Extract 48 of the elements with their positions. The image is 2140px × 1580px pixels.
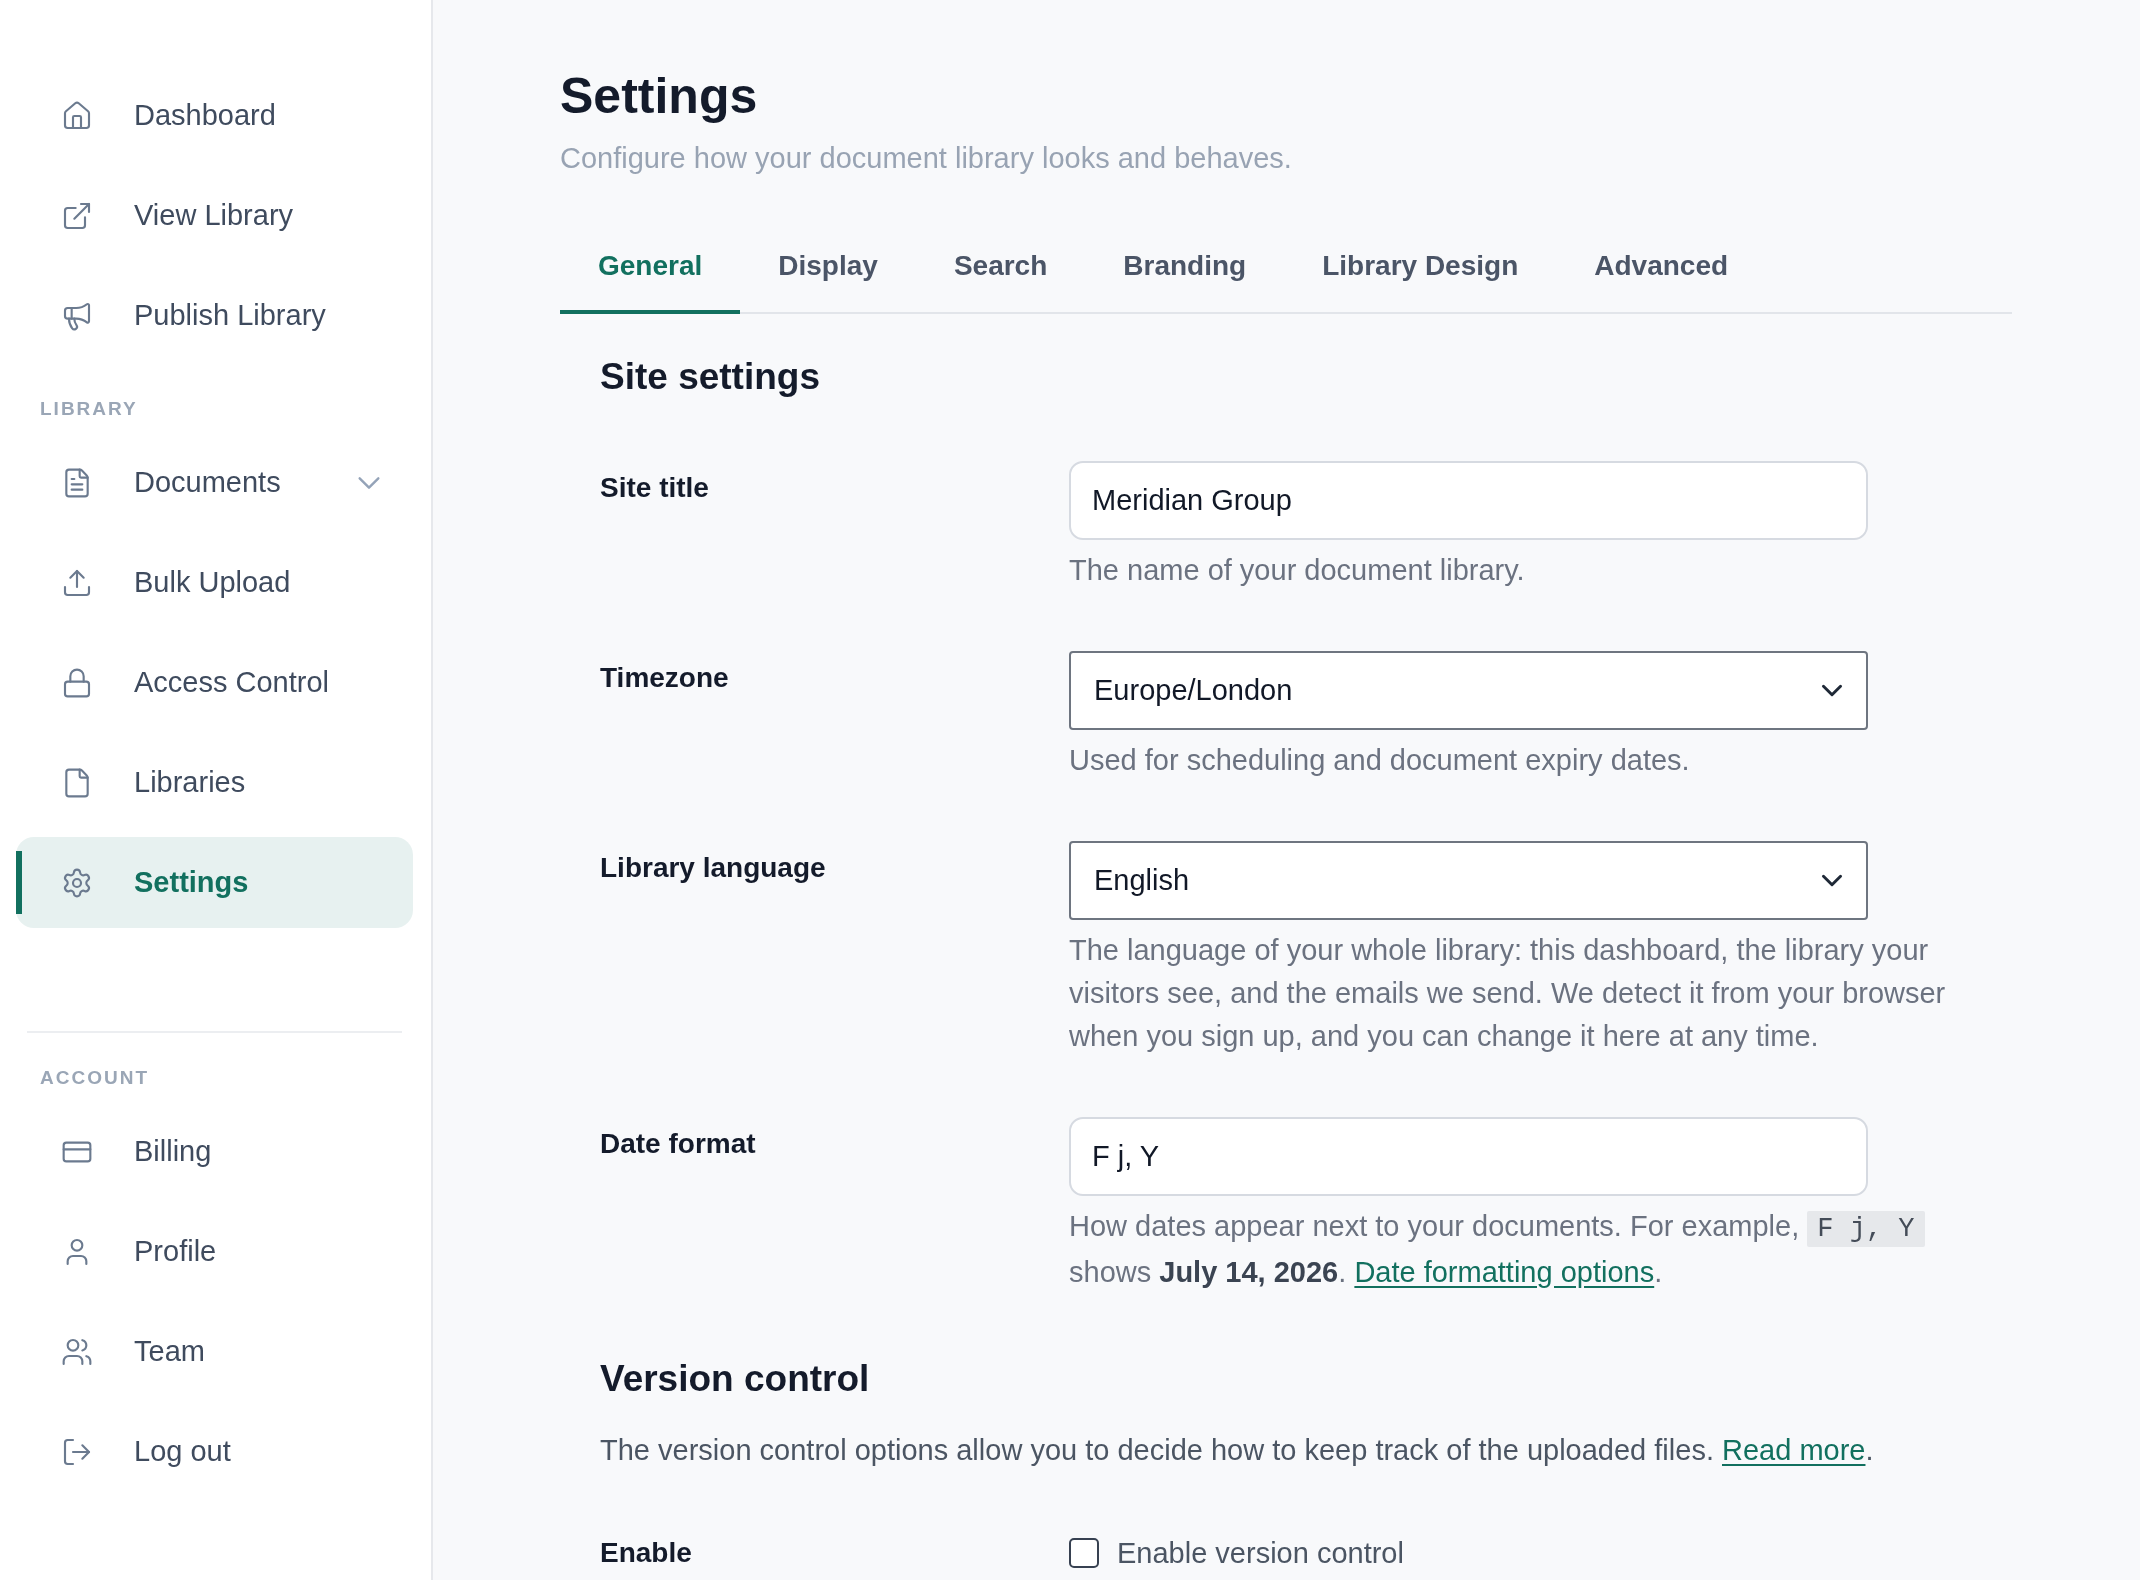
- help-text: The language of your whole library: this dashboard, the library your visitors see, and the emails we send. We detect it from your browser when you sign up, and you can change it here at any time.: [1069, 933, 1947, 1054]
- help-text: The name of your document library.: [1069, 553, 1525, 588]
- section-heading: Version control: [600, 1357, 871, 1401]
- section-label: ACCOUNT: [40, 1066, 150, 1090]
- link[interactable]: Read more: [1722, 1434, 1866, 1466]
- tab[interactable]: General: [560, 220, 741, 314]
- dropdown[interactable]: Europe/London: [1069, 651, 1868, 730]
- field-label: Enable: [600, 1536, 693, 1570]
- nav-item[interactable]: Billing: [16, 1106, 413, 1197]
- tab[interactable]: Library Design: [1284, 220, 1557, 314]
- tab[interactable]: Advanced: [1556, 220, 1767, 314]
- help-text: Used for scheduling and document expiry dates.: [1069, 743, 1690, 778]
- chevron-down-icon: [1822, 685, 1842, 696]
- link[interactable]: Date formatting options: [1354, 1256, 1655, 1288]
- help-text: How dates appear next to your documents. For example, F j, Y shows July 14, 2026. Date formatting options.: [1069, 1205, 1974, 1294]
- nav-item[interactable]: Publish Library: [16, 270, 413, 361]
- text-input[interactable]: F j, Y: [1069, 1117, 1868, 1196]
- lock-icon: [61, 666, 93, 699]
- page-title: Settings: [560, 67, 759, 126]
- nav-item[interactable]: Documents: [16, 437, 413, 528]
- nav-item[interactable]: Dashboard: [16, 70, 413, 161]
- nav-item[interactable]: View Library: [16, 170, 413, 261]
- section-label: LIBRARY: [40, 397, 139, 421]
- nav-item[interactable]: Bulk Upload: [16, 537, 413, 628]
- field-label: Date format: [600, 1127, 757, 1161]
- section-heading: Site settings: [600, 355, 821, 399]
- house-icon: [61, 99, 93, 132]
- nav-item[interactable]: Team: [16, 1306, 413, 1397]
- field-label: Timezone: [600, 661, 730, 695]
- text-input[interactable]: Meridian Group: [1069, 461, 1868, 540]
- code-snippet: F j, Y: [1807, 1211, 1925, 1247]
- checkbox-label: Enable version control: [1117, 1536, 1404, 1571]
- section-description: The version control options allow you to decide how to keep track of the uploaded files. Read more.: [600, 1433, 1875, 1468]
- tab[interactable]: Display: [740, 220, 916, 314]
- dropdown[interactable]: English: [1069, 841, 1868, 920]
- checkbox[interactable]: [1069, 1538, 1099, 1568]
- settings-icon: [61, 866, 93, 899]
- tab[interactable]: Search: [915, 220, 1086, 314]
- field-label: Library language: [600, 851, 827, 885]
- nav-item[interactable]: Profile: [16, 1206, 413, 1297]
- nav-item[interactable]: Settings: [16, 837, 413, 928]
- nav-item[interactable]: Access Control: [16, 637, 413, 728]
- page-subtitle: Configure how your document library looks and behaves.: [560, 141, 1293, 176]
- field-label: Site title: [600, 471, 710, 505]
- nav-item[interactable]: Log out: [16, 1406, 413, 1497]
- chevron-down-icon: [1822, 875, 1842, 886]
- tab[interactable]: Branding: [1085, 220, 1285, 314]
- nav-item[interactable]: Libraries: [16, 737, 413, 828]
